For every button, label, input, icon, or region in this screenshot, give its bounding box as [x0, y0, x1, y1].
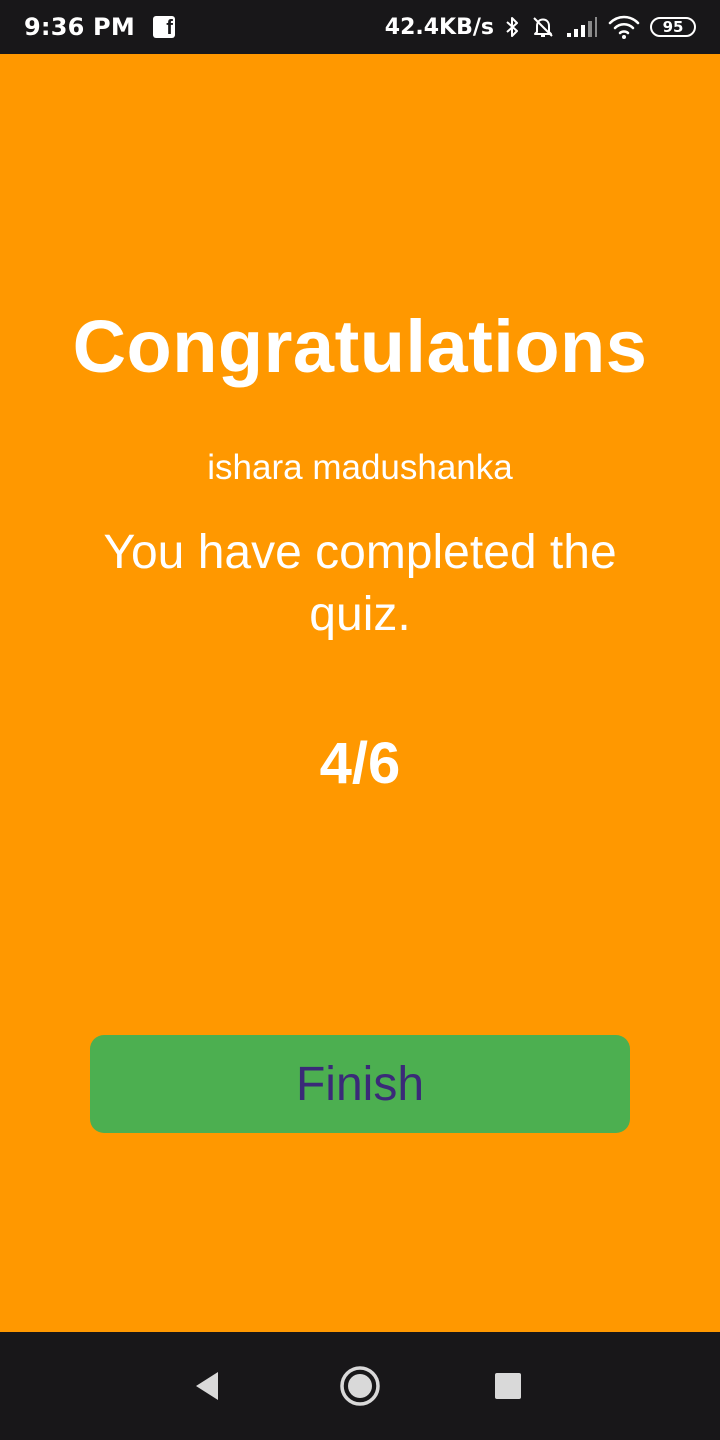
network-speed: 42.4KB/s: [384, 14, 494, 40]
status-right: 42.4KB/s 95: [385, 14, 696, 40]
battery-level: 95: [662, 18, 684, 36]
status-time: 9:36 PM: [24, 13, 135, 41]
finish-button[interactable]: Finish: [90, 1035, 630, 1133]
quiz-result-screen: Congratulations ishara madushanka You ha…: [0, 54, 720, 1332]
user-name: ishara madushanka: [207, 448, 513, 487]
recents-button[interactable]: [458, 1332, 558, 1440]
score-text: 4/6: [319, 731, 401, 796]
home-icon: [340, 1366, 380, 1406]
completion-message: You have completed the quiz.: [103, 526, 617, 641]
status-left: 9:36 PM f: [24, 13, 175, 41]
notifications-off-icon: [530, 14, 556, 40]
recents-icon: [495, 1373, 521, 1399]
battery-icon: 95: [650, 17, 696, 37]
facebook-icon: f: [152, 16, 175, 38]
status-bar: 9:36 PM f 42.4KB/s 95: [0, 0, 720, 54]
navigation-bar: [0, 1332, 720, 1440]
back-icon: [196, 1372, 218, 1400]
bluetooth-icon: [504, 15, 520, 39]
wifi-icon: [608, 14, 640, 40]
page-title: Congratulations: [72, 305, 648, 388]
home-button[interactable]: [310, 1332, 410, 1440]
back-button[interactable]: [157, 1332, 257, 1440]
signal-icon: [566, 15, 598, 39]
